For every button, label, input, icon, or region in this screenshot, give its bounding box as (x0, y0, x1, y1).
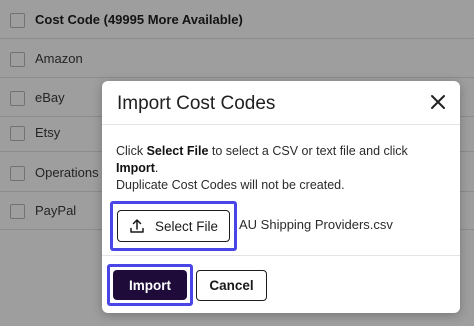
desc-bold-select-file: Select File (146, 144, 209, 158)
upload-icon (129, 218, 145, 234)
select-file-label: Select File (155, 218, 219, 234)
selected-filename: AU Shipping Providers.csv (239, 217, 393, 232)
import-button-highlight: Import (107, 264, 193, 306)
import-cost-codes-dialog: Import Cost Codes Click Select File to s… (102, 81, 460, 313)
desc-duplicate-note: Duplicate Cost Codes will not be created… (116, 178, 345, 192)
dialog-description: Click Select File to select a CSV or tex… (116, 143, 450, 194)
desc-text: to select a CSV or text file and click (208, 144, 408, 158)
import-button[interactable]: Import (113, 270, 187, 300)
dialog-footer: Import Cancel (102, 255, 460, 313)
file-selection-row: Select File AU Shipping Providers.csv (110, 201, 450, 251)
close-icon[interactable] (428, 92, 448, 112)
desc-bold-import: Import (116, 161, 155, 175)
desc-text: Click (116, 144, 147, 158)
cancel-button[interactable]: Cancel (196, 270, 267, 301)
select-file-button[interactable]: Select File (117, 210, 230, 242)
desc-text: . (154, 161, 159, 175)
dialog-title: Import Cost Codes (117, 93, 276, 114)
dialog-header: Import Cost Codes (102, 81, 460, 125)
select-file-highlight: Select File (110, 201, 237, 251)
